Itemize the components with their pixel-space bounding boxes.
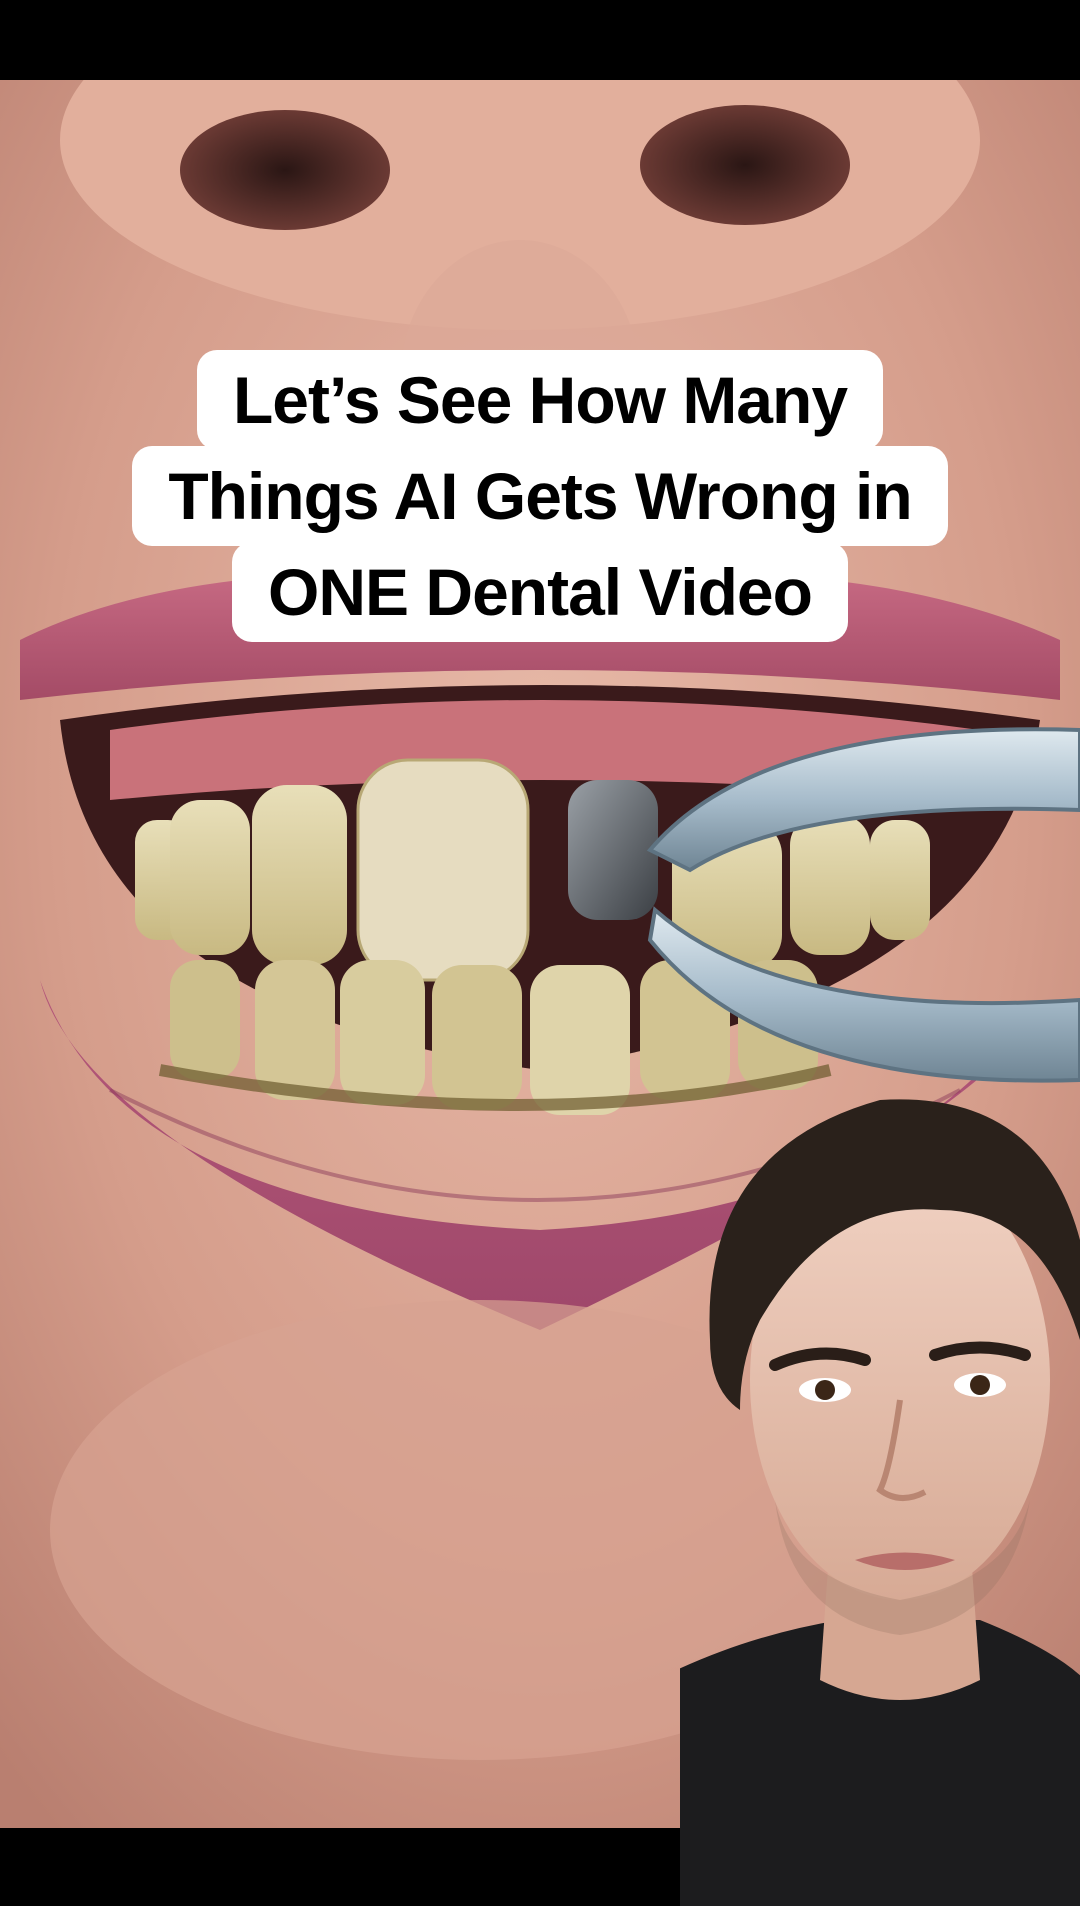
- metal-tooth: [568, 780, 658, 920]
- caption-line-2: Things AI Gets Wrong in: [132, 446, 948, 546]
- caption-line-3: ONE Dental Video: [232, 542, 848, 642]
- caption-overlay: Let’s See How Many Things AI Gets Wrong …: [0, 350, 1080, 642]
- presenter-overlay: [680, 1060, 1080, 1906]
- presenter-image: [680, 1099, 1080, 1906]
- letterbox-top: [0, 0, 1080, 80]
- video-frame: Let’s See How Many Things AI Gets Wrong …: [0, 0, 1080, 1906]
- caption-line-1: Let’s See How Many: [196, 350, 884, 450]
